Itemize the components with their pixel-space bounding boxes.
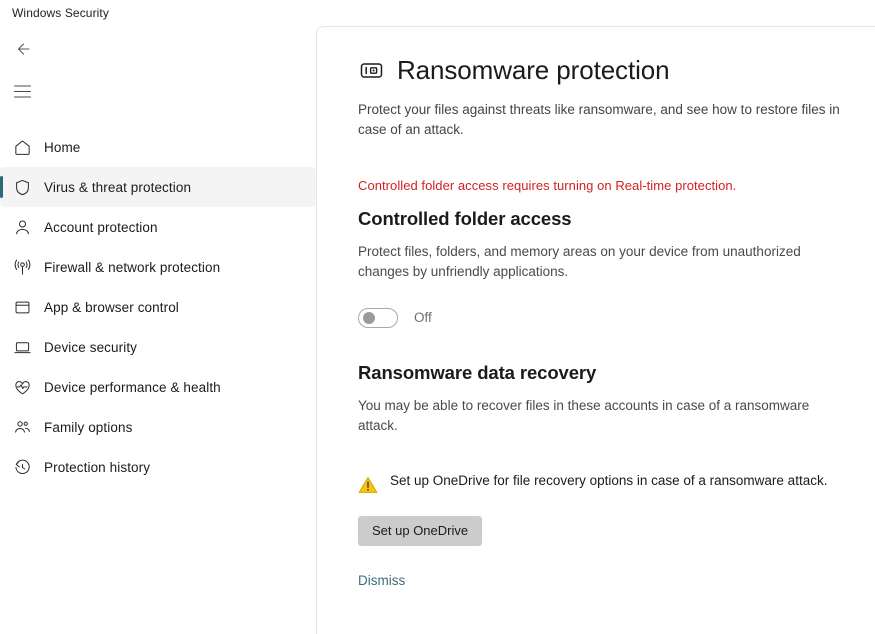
sidebar-item-home[interactable]: Home [0, 127, 316, 167]
controlled-folder-access-heading: Controlled folder access [358, 208, 875, 230]
sidebar-item-app-browser-control[interactable]: App & browser control [0, 287, 316, 327]
sidebar-item-label: Family options [44, 420, 132, 435]
onedrive-warning-text: Set up OneDrive for file recovery option… [390, 471, 827, 491]
page-subtitle: Protect your files against threats like … [358, 100, 850, 140]
ransomware-data-recovery-heading: Ransomware data recovery [358, 362, 875, 384]
sidebar-item-label: Home [44, 140, 80, 155]
menu-button[interactable] [2, 73, 42, 109]
wifi-signal-icon [10, 255, 34, 279]
sidebar-item-protection-history[interactable]: Protection history [0, 447, 316, 487]
page-header: Ransomware protection [358, 56, 875, 85]
shield-icon [10, 175, 34, 199]
onedrive-warning-row: Set up OneDrive for file recovery option… [358, 471, 875, 495]
warning-triangle-icon [358, 475, 378, 495]
sidebar-nav-list: Home Virus & threat protection Acco [0, 127, 316, 487]
sidebar: Home Virus & threat protection Acco [0, 26, 316, 634]
sidebar-item-label: Account protection [44, 220, 158, 235]
window-icon [10, 295, 34, 319]
controlled-folder-access-description: Protect files, folders, and memory areas… [358, 242, 850, 282]
person-icon [10, 215, 34, 239]
toggle-state-label: Off [414, 310, 432, 325]
ransomware-protection-icon [358, 57, 384, 83]
window-title: Windows Security [0, 6, 109, 20]
page-title: Ransomware protection [397, 56, 669, 85]
ransomware-data-recovery-description: You may be able to recover files in thes… [358, 396, 850, 436]
realtime-protection-alert: Controlled folder access requires turnin… [358, 178, 875, 193]
set-up-onedrive-button[interactable]: Set up OneDrive [358, 516, 482, 546]
content-panel: Ransomware protection Protect your files… [316, 26, 875, 634]
sidebar-item-label: Virus & threat protection [44, 180, 191, 195]
dismiss-link-row: Dismiss [358, 572, 875, 590]
sidebar-item-label: Protection history [44, 460, 150, 475]
sidebar-item-label: Firewall & network protection [44, 260, 220, 275]
hamburger-menu-icon [14, 85, 31, 98]
sidebar-item-account-protection[interactable]: Account protection [0, 207, 316, 247]
heartbeat-icon [10, 375, 34, 399]
sidebar-item-label: App & browser control [44, 300, 179, 315]
controlled-folder-access-toggle-row: Off [358, 308, 875, 328]
toggle-knob [363, 312, 375, 324]
back-button[interactable] [2, 31, 42, 67]
sidebar-item-label: Device performance & health [44, 380, 221, 395]
sidebar-item-family-options[interactable]: Family options [0, 407, 316, 447]
sidebar-item-label: Device security [44, 340, 137, 355]
people-icon [10, 415, 34, 439]
home-icon [10, 135, 34, 159]
dismiss-link[interactable]: Dismiss [358, 573, 405, 588]
sidebar-item-device-performance-health[interactable]: Device performance & health [0, 367, 316, 407]
sidebar-item-device-security[interactable]: Device security [0, 327, 316, 367]
back-arrow-icon [13, 40, 31, 58]
sidebar-item-firewall-network-protection[interactable]: Firewall & network protection [0, 247, 316, 287]
controlled-folder-access-toggle[interactable] [358, 308, 398, 328]
windows-security-window: Windows Security [0, 0, 875, 634]
clock-history-icon [10, 455, 34, 479]
laptop-icon [10, 335, 34, 359]
sidebar-item-virus-threat-protection[interactable]: Virus & threat protection [0, 167, 316, 207]
title-bar: Windows Security [0, 0, 875, 26]
